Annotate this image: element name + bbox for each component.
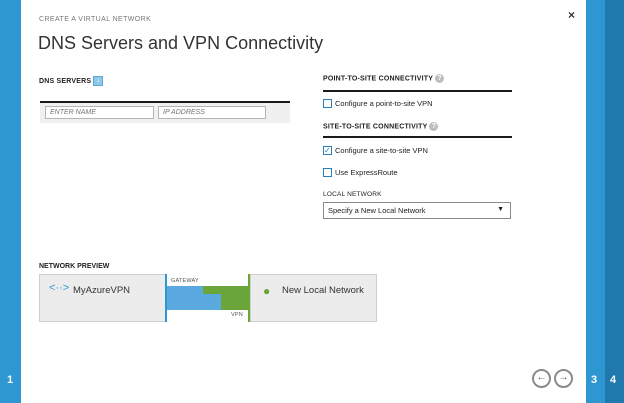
- expressroute-checkbox-row[interactable]: Use ExpressRoute: [323, 167, 398, 178]
- dns-ip-input[interactable]: [158, 106, 266, 119]
- s2s-label: SITE-TO-SITE CONNECTIVITY: [323, 123, 428, 131]
- step-rail-left[interactable]: 1: [0, 0, 21, 403]
- local-network-preview-box: ● New Local Network: [250, 274, 377, 322]
- s2s-heading: SITE-TO-SITE CONNECTIVITY?: [323, 122, 439, 131]
- dns-help-icon[interactable]: ↓: [93, 76, 104, 86]
- back-button[interactable]: ←: [532, 369, 551, 388]
- p2s-checkbox-row[interactable]: Configure a point-to-site VPN: [323, 98, 433, 109]
- s2s-checkbox-label: Configure a site-to-site VPN: [335, 146, 428, 155]
- s2s-help-icon[interactable]: ?: [429, 122, 439, 131]
- local-network-selected-value: Specify a New Local Network: [328, 206, 426, 215]
- local-network-select[interactable]: Specify a New Local Network ▼: [323, 202, 511, 219]
- p2s-heading: POINT-TO-SITE CONNECTIVITY?: [323, 74, 445, 83]
- gateway-label: GATEWAY: [171, 278, 199, 284]
- step-rail-4[interactable]: 4: [605, 0, 624, 403]
- next-button[interactable]: →: [554, 369, 573, 388]
- page-title: DNS Servers and VPN Connectivity: [38, 33, 324, 53]
- virtual-network-icon: <··>: [49, 282, 70, 294]
- close-icon[interactable]: ×: [568, 8, 575, 22]
- dns-servers-heading: DNS SERVERS ↓: [39, 76, 104, 86]
- p2s-divider: [323, 90, 512, 92]
- location-pin-icon: ●: [263, 284, 271, 298]
- dns-servers-label: DNS SERVERS: [39, 77, 92, 85]
- s2s-checkbox[interactable]: [323, 145, 332, 156]
- vpn-label: VPN: [231, 312, 243, 318]
- s2s-divider: [323, 136, 512, 138]
- p2s-checkbox-label: Configure a point-to-site VPN: [335, 99, 433, 108]
- step-number-1: 1: [7, 374, 14, 386]
- p2s-checkbox[interactable]: [323, 98, 332, 108]
- local-network-preview-name: New Local Network: [282, 285, 364, 296]
- expressroute-checkbox[interactable]: [323, 167, 332, 177]
- dropdown-caret-icon: ▼: [497, 206, 504, 213]
- s2s-checkbox-row[interactable]: Configure a site-to-site VPN: [323, 145, 428, 156]
- local-network-label: LOCAL NETWORK: [323, 191, 382, 198]
- vnet-preview-name: MyAzureVPN: [73, 285, 131, 296]
- network-preview-label: NETWORK PREVIEW: [39, 263, 110, 270]
- p2s-label: POINT-TO-SITE CONNECTIVITY: [323, 75, 434, 83]
- step-rail-3[interactable]: 3: [586, 0, 605, 403]
- dialog-kicker: CREATE A VIRTUAL NETWORK: [39, 16, 152, 23]
- expressroute-checkbox-label: Use ExpressRoute: [335, 168, 398, 177]
- step-number-4: 4: [610, 374, 617, 386]
- gateway-connection-graphic: [167, 286, 249, 310]
- p2s-help-icon[interactable]: ?: [435, 74, 445, 83]
- dns-name-input[interactable]: [45, 106, 154, 119]
- vnet-preview-box: <··> MyAzureVPN: [39, 274, 166, 322]
- step-number-3: 3: [591, 374, 598, 386]
- wizard-dialog: × CREATE A VIRTUAL NETWORK DNS Servers a…: [21, 0, 586, 403]
